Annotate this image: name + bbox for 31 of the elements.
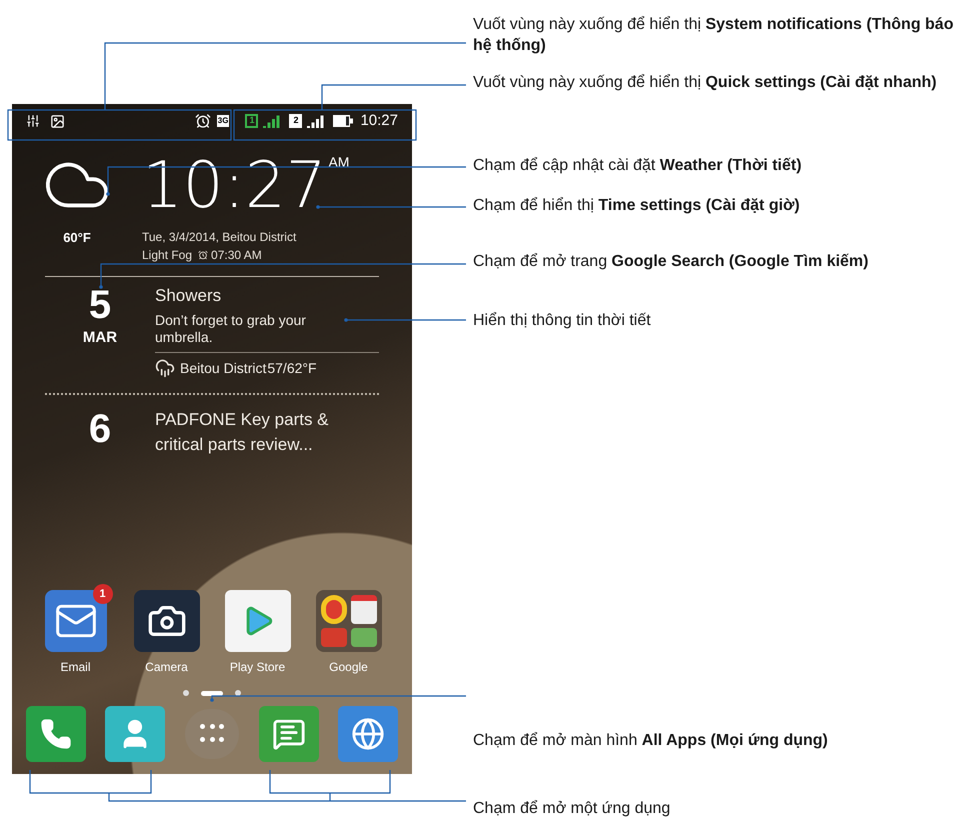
app-label[interactable]: Camera <box>145 658 188 676</box>
app-label[interactable]: Email <box>60 658 90 676</box>
annotation-text: Vuốt vùng này xuống để hiển thị Quick settings (Cài đặt nhanh) <box>473 73 938 93</box>
meridiem-text: AM <box>328 153 350 172</box>
location-text: Beitou District <box>180 358 266 378</box>
sim-label: 2 <box>289 114 302 128</box>
day-number[interactable]: 5 <box>88 283 112 327</box>
annotation-text: Chạm để mở trang Google Search (Google Tìm kiếm) <box>473 252 870 272</box>
event-title[interactable]: Showers <box>155 283 379 308</box>
clock-time[interactable]: 10:27 <box>142 150 326 222</box>
temperature-text: 60°F <box>63 229 91 247</box>
date-text: Tue, 3/4/2014, Beitou District <box>142 229 298 246</box>
annotation-text: Chạm để mở một ứng dụng <box>473 799 672 819</box>
notification-badge: 1 <box>92 584 112 604</box>
annotation-text: Chạm để mở màn hình All Apps (Mọi ứng dụng) <box>473 731 829 751</box>
event-title[interactable]: PADFONE Key parts & critical parts review... <box>155 406 379 458</box>
day-number[interactable]: 6 <box>88 406 112 450</box>
event-note: Don’t forget to grab your umbrella. <box>155 312 307 346</box>
app-label[interactable]: Play Store <box>230 658 286 676</box>
temperature-range: 57/62°F <box>267 358 317 378</box>
alarm-time: 07:30 AM <box>211 247 262 264</box>
annotation-text: Chạm để cập nhật cài đặt Weather (Thời tiết) <box>473 156 803 176</box>
app-label[interactable]: Google <box>329 658 368 676</box>
annotation-text: Vuốt vùng này xuống để hiển thị System notifications (Thông báo hệ thống) <box>473 15 954 56</box>
annotation-text: Hiển thị thông tin thời tiết <box>473 311 652 331</box>
month-text: MAR <box>82 328 118 348</box>
weather-text: Light Fog <box>142 247 192 264</box>
annotation-text: Chạm để hiển thị Time settings (Cài đặt giờ) <box>473 196 801 216</box>
network-label: 3G <box>216 115 230 127</box>
sim-label: 1 <box>245 114 258 128</box>
status-time: 10:27 <box>360 110 398 131</box>
